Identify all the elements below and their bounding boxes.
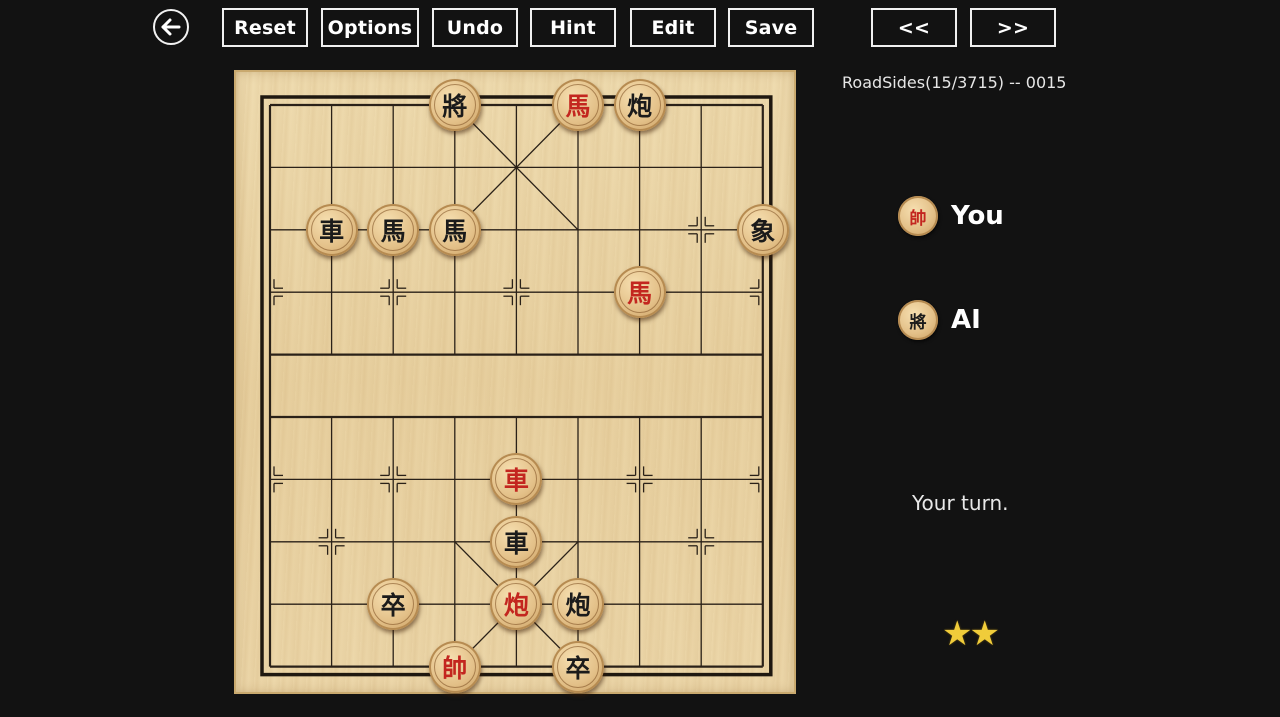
xiangqi-board[interactable]: 將馬炮車馬馬象馬車車卒炮炮帥卒 (234, 70, 796, 694)
previous-button[interactable]: << (871, 8, 957, 47)
arrow-left-icon (161, 18, 181, 36)
next-button[interactable]: >> (970, 8, 1056, 47)
piece-black[interactable]: 炮 (552, 578, 604, 631)
piece-black[interactable]: 車 (490, 515, 543, 568)
undo-button[interactable]: Undo (432, 8, 518, 47)
star-rating-icon: ★★ (942, 614, 1000, 654)
piece-char: 馬 (565, 92, 591, 121)
piece-char: 炮 (565, 591, 591, 621)
piece-black[interactable]: 卒 (367, 578, 420, 631)
piece-char: 馬 (380, 216, 406, 246)
options-button[interactable]: Options (321, 8, 419, 47)
piece-black[interactable]: 車 (305, 203, 358, 256)
piece-char: 帥 (442, 653, 468, 683)
piece-red[interactable]: 馬 (613, 266, 666, 319)
piece-black[interactable]: 將 (428, 79, 481, 131)
piece-char: 卒 (565, 653, 591, 683)
piece-char: 馬 (627, 279, 653, 309)
puzzle-title: RoadSides(15/3715) -- 0015 (842, 73, 1067, 92)
save-button[interactable]: Save (728, 8, 814, 47)
edit-button[interactable]: Edit (630, 8, 716, 47)
piece-char: 象 (750, 216, 776, 246)
black-general-icon: 將 (898, 300, 938, 340)
piece-red[interactable]: 帥 (428, 640, 481, 693)
player-you-label: You (951, 201, 1004, 231)
turn-status: Your turn. (912, 491, 1009, 515)
piece-black[interactable]: 馬 (367, 203, 420, 256)
player-ai-piece: 將 (909, 312, 927, 333)
back-button[interactable] (153, 9, 189, 45)
player-you-piece: 帥 (909, 208, 927, 229)
player-ai-label: AI (951, 305, 981, 335)
piece-char: 將 (442, 92, 468, 121)
red-general-icon: 帥 (898, 196, 938, 236)
piece-char: 車 (319, 216, 345, 246)
piece-char: 車 (503, 466, 529, 496)
reset-button[interactable]: Reset (222, 8, 308, 47)
piece-black[interactable]: 炮 (613, 79, 666, 131)
piece-black[interactable]: 象 (736, 203, 789, 256)
piece-red[interactable]: 馬 (552, 79, 604, 131)
piece-char: 卒 (380, 591, 406, 621)
piece-char: 車 (503, 528, 529, 558)
player-you: 帥 You (898, 196, 1004, 236)
piece-black[interactable]: 馬 (428, 203, 481, 256)
piece-black[interactable]: 卒 (552, 640, 604, 693)
piece-char: 炮 (627, 92, 653, 121)
hint-button[interactable]: Hint (530, 8, 616, 47)
player-ai: 將 AI (898, 300, 981, 340)
piece-char: 馬 (442, 216, 468, 246)
piece-char: 炮 (503, 591, 529, 621)
